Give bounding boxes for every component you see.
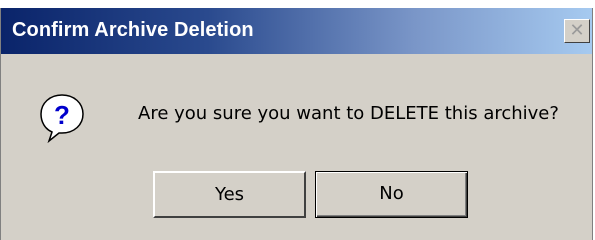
dialog-title: Confirm Archive Deletion: [12, 19, 254, 41]
question-icon: ?: [40, 94, 84, 143]
svg-text:?: ?: [54, 100, 70, 130]
yes-button[interactable]: Yes: [153, 171, 306, 218]
no-button[interactable]: No: [315, 171, 468, 218]
close-icon: ✕: [569, 20, 585, 41]
confirmation-message: Are you sure you want to DELETE this arc…: [138, 103, 559, 124]
confirm-dialog: Confirm Archive Deletion ✕ ? Are you sur…: [0, 8, 593, 240]
title-bar[interactable]: Confirm Archive Deletion ✕: [1, 8, 592, 54]
close-button[interactable]: ✕: [564, 19, 590, 43]
